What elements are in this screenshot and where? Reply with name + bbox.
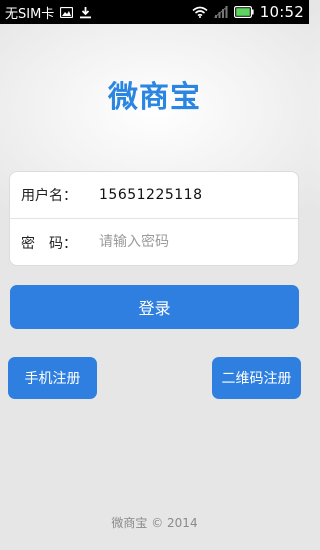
- signal-icon: [213, 6, 228, 18]
- phone-register-button[interactable]: 手机注册: [8, 357, 97, 399]
- password-row: 密 码：: [10, 219, 298, 266]
- battery-icon: [233, 6, 254, 18]
- download-icon: [79, 6, 92, 19]
- login-form: 用户名： 15651225118 密 码：: [9, 171, 299, 266]
- wifi-icon: [192, 6, 208, 18]
- password-field[interactable]: [99, 227, 289, 257]
- status-bar-right: 10:52: [192, 3, 304, 21]
- copyright-footer: 微商宝 © 2014: [111, 516, 198, 530]
- image-icon: [60, 6, 74, 18]
- status-bar-left: 无SIM卡: [5, 3, 92, 22]
- username-field[interactable]: 15651225118: [99, 187, 202, 203]
- clock-text: 10:52: [259, 3, 304, 21]
- status-bar: 无SIM卡 10:52: [0, 0, 309, 24]
- username-row: 用户名： 15651225118: [10, 172, 298, 219]
- password-label: 密 码：: [21, 235, 77, 252]
- app-logo: 微商宝: [108, 80, 201, 115]
- username-label: 用户名：: [21, 188, 77, 204]
- qr-register-button[interactable]: 二维码注册: [212, 357, 301, 399]
- carrier-text: 无SIM卡: [5, 6, 55, 22]
- login-button[interactable]: 登录: [10, 285, 299, 329]
